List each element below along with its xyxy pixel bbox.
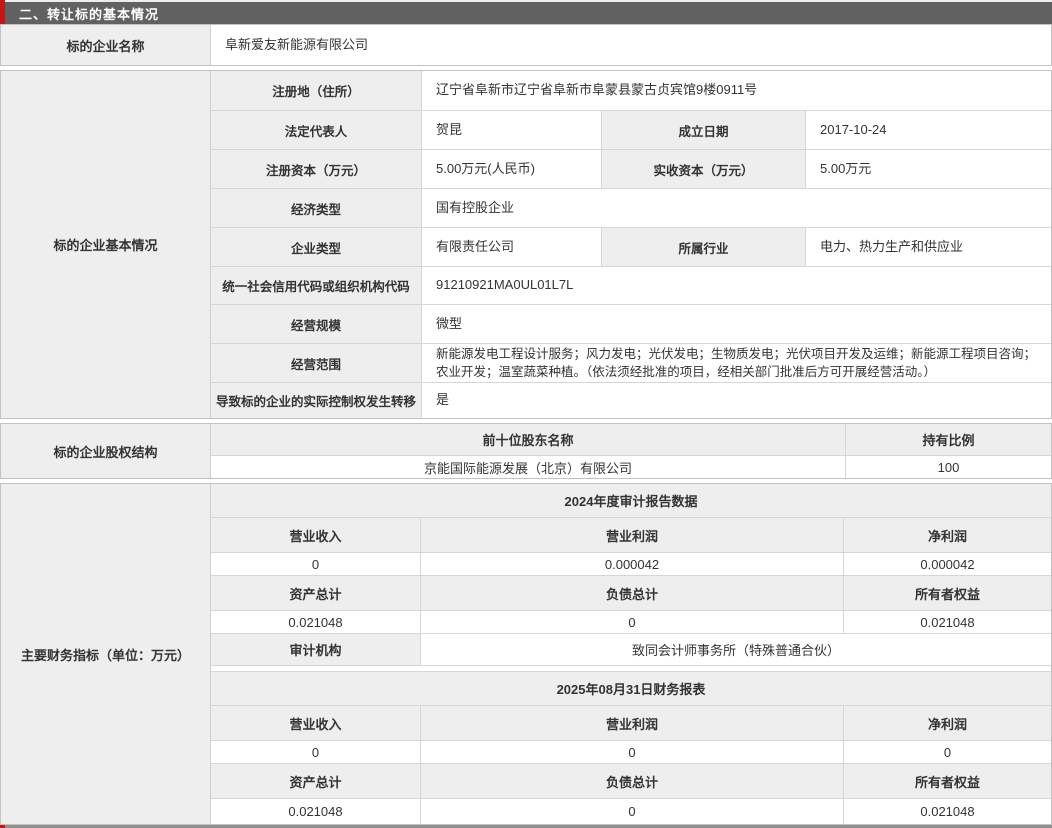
target-name-section: 标的企业名称 阜新爱友新能源有限公司 [0,24,1052,66]
reg-address-value: 辽宁省阜新市辽宁省阜新市阜蒙县蒙古贞宾馆9楼0911号 [421,71,1051,110]
basic-info-section: 标的企业基本情况 注册地（住所） 辽宁省阜新市辽宁省阜新市阜蒙县蒙古贞宾馆9楼0… [0,70,1052,419]
total-assets-value: 0.021048 [211,799,420,824]
income-header: 营业收入 [211,706,420,740]
total-liabilities-value: 0 [420,611,843,633]
operating-profit-header: 营业利润 [420,706,843,740]
total-liabilities-header: 负债总计 [420,576,843,610]
total-assets-header: 资产总计 [211,576,420,610]
section-title: 二、转让标的基本情况 [5,0,1052,24]
operating-profit-value: 0.000042 [420,553,843,575]
total-liabilities-value: 0 [420,799,843,824]
business-scope-label: 经营范围 [211,344,421,382]
reg-capital-label: 注册资本（万元） [211,150,421,188]
financial-indicators-section: 主要财务指标（单位：万元） 2024年度审计报告数据 营业收入 营业利润 净利润… [0,483,1052,825]
auditor-value: 致同会计师事务所（特殊普通合伙） [420,634,1051,665]
report-2025-title: 2025年08月31日财务报表 [211,672,1051,705]
owner-equity-header: 所有者权益 [843,764,1051,798]
control-transfer-label: 导致标的企业的实际控制权发生转移 [211,383,421,418]
owner-equity-value: 0.021048 [843,611,1051,633]
shareholder-row: 京能国际能源发展（北京）有限公司 100 [211,456,1051,478]
company-type-label: 企业类型 [211,228,421,266]
total-liabilities-header: 负债总计 [420,764,843,798]
basic-info-section-label: 标的企业基本情况 [1,71,211,418]
paid-capital-label: 实收资本（万元） [601,150,805,188]
report-2025-balance-values: 0.021048 0 0.021048 [211,799,1051,824]
economy-type-value: 国有控股企业 [421,189,1051,227]
owner-equity-value: 0.021048 [843,799,1051,824]
transfer-target-info-page: 二、转让标的基本情况 标的企业名称 阜新爱友新能源有限公司 标的企业基本情况 注… [0,0,1052,828]
income-value: 0 [211,553,420,575]
scale-value: 微型 [421,305,1051,343]
report-2024-title: 2024年度审计报告数据 [211,484,1051,517]
legal-rep-label: 法定代表人 [211,111,421,149]
income-header: 营业收入 [211,518,420,552]
total-assets-value: 0.021048 [211,611,420,633]
shareholder-name-header: 前十位股东名称 [211,424,845,455]
founded-date-label: 成立日期 [601,111,805,149]
legal-rep-value: 贺昆 [421,111,601,149]
paid-capital-value: 5.00万元 [805,150,1051,188]
scale-label: 经营规模 [211,305,421,343]
report-2025-profit-values: 0 0 0 [211,741,1051,764]
credit-code-label: 统一社会信用代码或组织机构代码 [211,267,421,304]
credit-code-value: 91210921MA0UL01L7L [421,267,1051,304]
reg-address-label: 注册地（住所） [211,71,421,110]
auditor-label: 审计机构 [211,634,420,665]
section-title-bar: 二、转让标的基本情况 [0,0,1052,24]
target-name-label: 标的企业名称 [1,25,211,65]
net-profit-header: 净利润 [843,518,1051,552]
net-profit-value: 0 [843,741,1051,763]
founded-date-value: 2017-10-24 [805,111,1051,149]
business-scope-value: 新能源发电工程设计服务；风力发电；光伏发电；生物质发电；光伏项目开发及运维；新能… [421,344,1051,382]
reg-capital-value: 5.00万元(人民币) [421,150,601,188]
total-assets-header: 资产总计 [211,764,420,798]
economy-type-label: 经济类型 [211,189,421,227]
owner-equity-header: 所有者权益 [843,576,1051,610]
operating-profit-header: 营业利润 [420,518,843,552]
report-2024-balance-values: 0.021048 0 0.021048 [211,611,1051,634]
equity-structure-section: 标的企业股权结构 前十位股东名称 持有比例 京能国际能源发展（北京）有限公司 1… [0,423,1052,479]
financial-section-label: 主要财务指标（单位：万元） [1,484,211,824]
industry-value: 电力、热力生产和供应业 [805,228,1051,266]
target-name-value: 阜新爱友新能源有限公司 [211,25,1051,65]
company-type-value: 有限责任公司 [421,228,601,266]
equity-section-label: 标的企业股权结构 [1,424,211,478]
holding-ratio: 100 [845,456,1051,478]
industry-label: 所属行业 [601,228,805,266]
control-transfer-value: 是 [421,383,1051,418]
net-profit-header: 净利润 [843,706,1051,740]
shareholder-name: 京能国际能源发展（北京）有限公司 [211,456,845,478]
operating-profit-value: 0 [420,741,843,763]
report-2024-profit-values: 0 0.000042 0.000042 [211,553,1051,576]
holding-ratio-header: 持有比例 [845,424,1051,455]
income-value: 0 [211,741,420,763]
net-profit-value: 0.000042 [843,553,1051,575]
